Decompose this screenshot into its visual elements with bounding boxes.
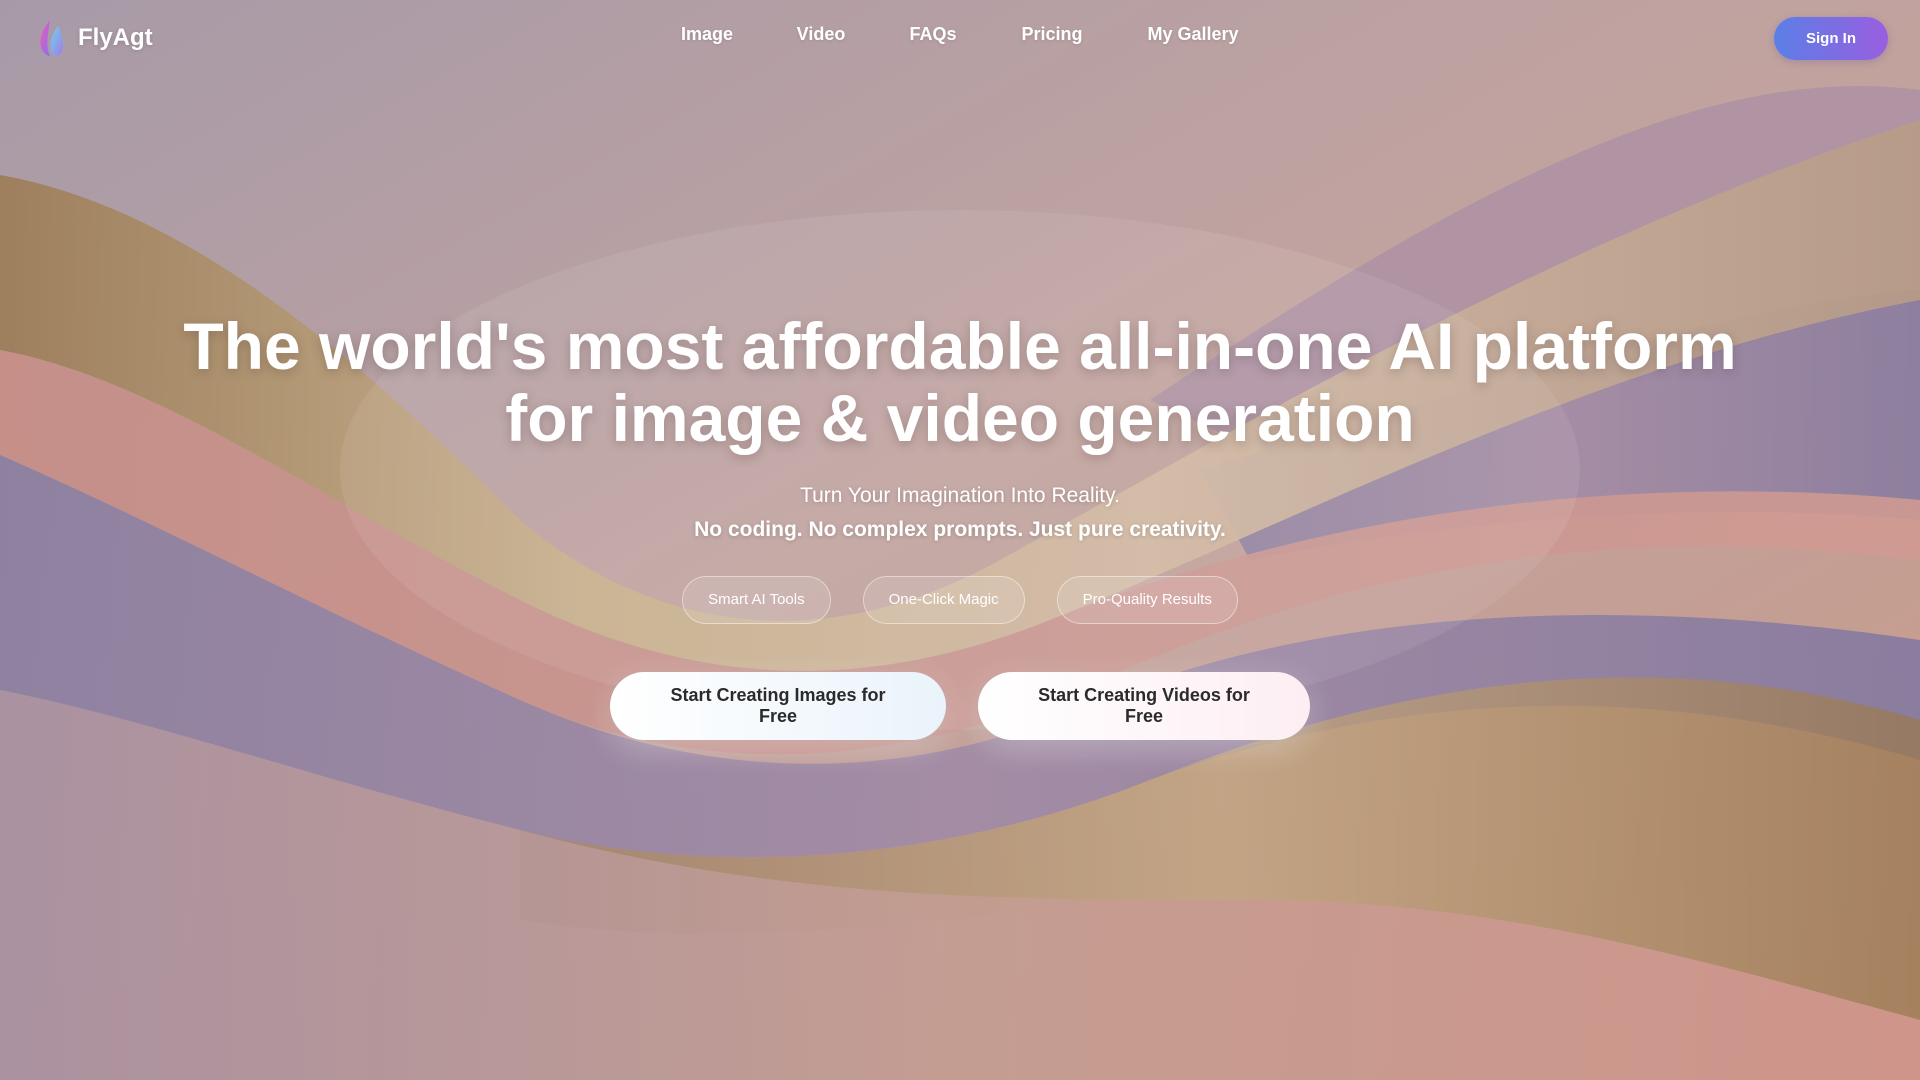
hero-title: The world's most affordable all-in-one A…	[160, 310, 1760, 454]
feature-pill-pro-quality-results: Pro-Quality Results	[1056, 576, 1238, 624]
sign-in-button[interactable]: Sign In	[1774, 17, 1888, 60]
start-creating-videos-button[interactable]: Start Creating Videos for Free	[978, 672, 1310, 740]
hero-title-line-1: The world's most affordable all-in-one A…	[183, 309, 1737, 383]
hero-title-line-2: for image & video generation	[505, 381, 1415, 455]
top-navigation-bar: FlyAgt Image Video FAQs Pricing My Galle…	[0, 0, 1920, 76]
hero-subtitle: Turn Your Imagination Into Reality.	[800, 484, 1120, 507]
nav-item-pricing[interactable]: Pricing	[1021, 24, 1082, 45]
start-creating-images-button[interactable]: Start Creating Images for Free	[610, 672, 946, 740]
hero-section: The world's most affordable all-in-one A…	[0, 310, 1920, 740]
nav-item-image[interactable]: Image	[681, 24, 733, 45]
nav-item-faqs[interactable]: FAQs	[909, 24, 956, 45]
main-nav: Image Video FAQs Pricing My Gallery	[0, 24, 1920, 54]
nav-item-my-gallery[interactable]: My Gallery	[1147, 24, 1238, 45]
hero-tagline: No coding. No complex prompts. Just pure…	[694, 518, 1226, 541]
feature-pills: Smart AI Tools One-Click Magic Pro-Quali…	[0, 576, 1920, 624]
feature-pill-one-click-magic: One-Click Magic	[862, 576, 1025, 624]
nav-item-video[interactable]: Video	[797, 24, 846, 45]
feature-pill-smart-ai-tools: Smart AI Tools	[682, 576, 831, 624]
cta-group: Start Creating Images for Free Start Cre…	[0, 672, 1920, 740]
